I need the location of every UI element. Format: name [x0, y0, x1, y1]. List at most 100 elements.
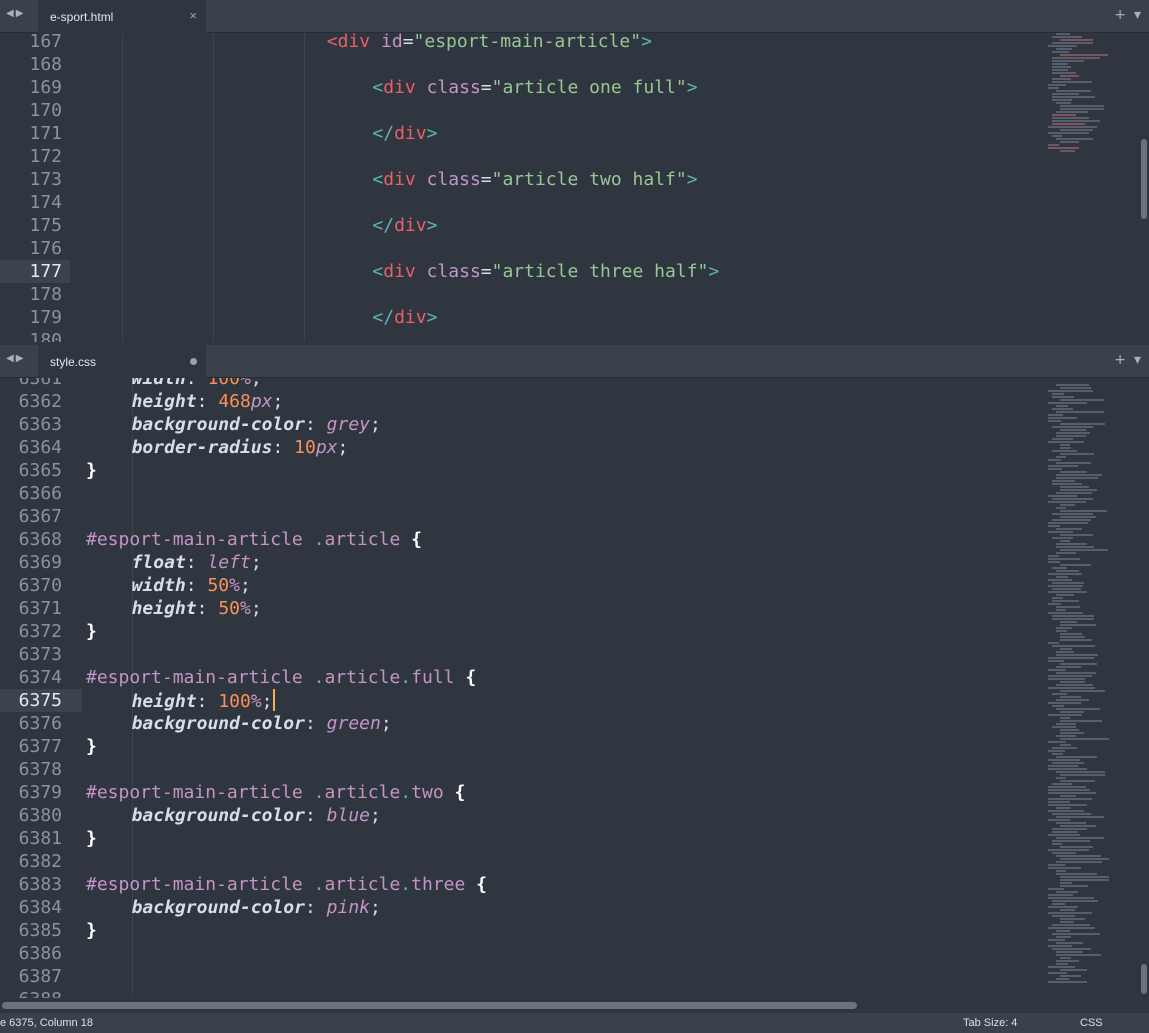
code-line[interactable]: 6377} — [0, 735, 1040, 758]
minimap-line — [1060, 975, 1081, 977]
syntax-selector[interactable]: CSS — [1080, 1017, 1103, 1029]
code-line[interactable]: 6364 border-radius: 10px; — [0, 436, 1040, 459]
minimap-line — [1056, 756, 1097, 758]
token-brace: { — [454, 782, 466, 803]
token-tag: div — [394, 123, 427, 144]
code-line[interactable]: 6366 — [0, 482, 1040, 505]
code-line[interactable]: 6380 background-color: blue; — [0, 804, 1040, 827]
unsaved-dot-icon[interactable] — [190, 358, 197, 365]
code-line[interactable]: 6383 #esport-main-article .article.three … — [0, 873, 1040, 896]
code-line[interactable]: 6385} — [0, 919, 1040, 942]
code-line[interactable]: 6371 height: 50%; — [0, 597, 1040, 620]
code-line[interactable]: 180 — [0, 329, 1040, 342]
code-line[interactable]: 179 </div> — [0, 306, 1040, 329]
minimap-line — [1056, 456, 1066, 458]
minimap-line — [1052, 63, 1068, 65]
plus-icon[interactable]: + — [1114, 7, 1126, 23]
minimap-line — [1052, 57, 1100, 59]
code-line[interactable]: 174 — [0, 191, 1040, 214]
code-line[interactable]: 173 <div class="article two half"> — [0, 168, 1040, 191]
code-line[interactable]: 168 — [0, 53, 1040, 76]
code-line[interactable]: 169 <div class="article one full"> — [0, 76, 1040, 99]
code-line[interactable]: 178 — [0, 283, 1040, 306]
code-line[interactable]: 171 </div> — [0, 122, 1040, 145]
code-line[interactable]: 176 — [0, 237, 1040, 260]
minimap-line — [1060, 744, 1071, 746]
token-num: 100 — [218, 691, 251, 712]
code-line[interactable]: 6365} — [0, 459, 1040, 482]
forward-arrow-icon[interactable]: ▶ — [16, 8, 26, 19]
minimap-line — [1060, 648, 1072, 650]
minimap-line — [1056, 405, 1068, 407]
minimap-line — [1048, 147, 1079, 149]
token-tag: div — [383, 77, 416, 98]
token-val: green — [326, 713, 381, 734]
chevron-down-icon[interactable]: ▾ — [1134, 7, 1141, 23]
code-line[interactable]: 170 — [0, 99, 1040, 122]
chevron-down-icon[interactable]: ▾ — [1134, 352, 1141, 368]
code-line[interactable]: 6363 background-color: grey; — [0, 413, 1040, 436]
vertical-scrollbar[interactable] — [1141, 964, 1147, 994]
code-line[interactable]: 6388 — [0, 988, 1040, 998]
minimap-line — [1052, 480, 1075, 482]
vertical-scrollbar[interactable] — [1141, 139, 1147, 219]
line-number: 167 — [29, 33, 62, 52]
minimap[interactable] — [1048, 33, 1120, 333]
token-dot: . — [313, 874, 325, 895]
token-val: blue — [326, 805, 371, 826]
back-arrow-icon[interactable]: ◀ — [6, 353, 16, 364]
code-line[interactable]: 6376 background-color: green; — [0, 712, 1040, 735]
minimap-line — [1060, 453, 1094, 455]
code-line[interactable]: 6387 — [0, 965, 1040, 988]
forward-arrow-icon[interactable]: ▶ — [16, 353, 26, 364]
code-line[interactable]: 6362 height: 468px; — [0, 390, 1040, 413]
code-line[interactable]: 6384 background-color: pink; — [0, 896, 1040, 919]
minimap-line — [1052, 747, 1077, 749]
minimap-line — [1056, 474, 1102, 476]
line-number: 179 — [29, 307, 62, 328]
minimap[interactable] — [1048, 384, 1120, 994]
code-line[interactable]: 6374 #esport-main-article .article.full { — [0, 666, 1040, 689]
code-line[interactable]: 6386 — [0, 942, 1040, 965]
status-bar: e 6375, Column 18 Tab Size: 4 CSS — [0, 1013, 1149, 1033]
code-line[interactable]: 6382 — [0, 850, 1040, 873]
tab-size-selector[interactable]: Tab Size: 4 — [963, 1017, 1017, 1029]
code-text: </div> — [372, 214, 437, 237]
line-number: 171 — [29, 123, 62, 144]
tab-e-sport-html[interactable]: e-sport.html × — [38, 0, 206, 33]
close-icon[interactable]: × — [189, 8, 197, 23]
code-line[interactable]: 6375 height: 100%; — [0, 689, 1040, 712]
minimap-line — [1060, 918, 1085, 920]
horizontal-scrollbar[interactable] — [2, 1002, 857, 1009]
css-editor-pane[interactable]: 6361 width: 100%; 6362 height: 468px; 6363 ba… — [0, 378, 1149, 998]
token-plain: : — [272, 437, 295, 458]
code-line[interactable]: 6370 width: 50%; — [0, 574, 1040, 597]
code-line[interactable]: 6368 #esport-main-article .article { — [0, 528, 1040, 551]
code-line[interactable]: 6379 #esport-main-article .article.two { — [0, 781, 1040, 804]
back-arrow-icon[interactable]: ◀ — [6, 8, 16, 19]
token-unit: px — [250, 391, 273, 412]
code-line[interactable]: 6367 — [0, 505, 1040, 528]
code-line[interactable]: 167 <div id="esport-main-article"> — [0, 33, 1040, 53]
token-plain: : — [304, 897, 327, 918]
code-line[interactable]: 6372} — [0, 620, 1040, 643]
code-line[interactable]: 6369 float: left; — [0, 551, 1040, 574]
code-line[interactable]: 6378 — [0, 758, 1040, 781]
code-line[interactable]: 6381} — [0, 827, 1040, 850]
minimap-line — [1048, 966, 1075, 968]
token-prop: border-radius — [131, 437, 273, 458]
html-editor-pane[interactable]: 167 <div id="esport-main-article"> 168 169 <… — [0, 33, 1149, 342]
token-prop: height — [131, 691, 197, 712]
minimap-line — [1060, 795, 1076, 797]
tab-style-css[interactable]: style.css — [38, 345, 206, 378]
token-cls: article — [324, 529, 401, 550]
plus-icon[interactable]: + — [1114, 352, 1126, 368]
code-line[interactable]: 6373 — [0, 643, 1040, 666]
code-line[interactable]: 6361 width: 100%; — [0, 378, 1040, 390]
code-line[interactable]: 175 </div> — [0, 214, 1040, 237]
minimap-line — [1052, 813, 1091, 815]
code-line[interactable]: 177 <div class="article three half"> — [0, 260, 1040, 283]
minimap-line — [1056, 102, 1071, 104]
code-line[interactable]: 172 — [0, 145, 1040, 168]
line-number: 177 — [29, 261, 62, 282]
